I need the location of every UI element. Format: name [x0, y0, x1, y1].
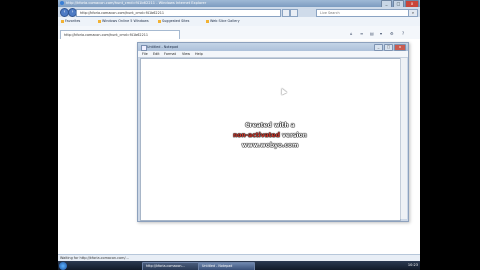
menu-help[interactable]: Help: [195, 52, 203, 56]
menu-edit[interactable]: Edit: [153, 52, 160, 56]
page-icon: [98, 19, 101, 23]
refresh-icon[interactable]: [282, 8, 290, 17]
menu-view[interactable]: View: [182, 52, 190, 56]
notepad-menu-bar: File Edit Format View Help: [138, 51, 408, 58]
page-icon: [206, 19, 209, 23]
notepad-scrollbar[interactable]: [400, 58, 407, 219]
notepad-maximize-button[interactable]: □: [384, 44, 393, 51]
notepad-title: Untitled - Notepad: [147, 44, 179, 49]
browser-tab[interactable]: http://kforia.comacon.com/hunt_cmd=f41b6…: [60, 30, 180, 39]
watermark-line-2-rest: version: [279, 132, 307, 139]
page-menu-icon[interactable]: ▾: [380, 31, 382, 36]
system-clock: 10:23: [407, 263, 418, 267]
menu-format[interactable]: Format: [164, 52, 176, 56]
watermark-line-1: Created with a: [245, 122, 295, 129]
help-icon[interactable]: ?: [402, 31, 404, 36]
ie-logo-icon: [60, 1, 64, 5]
feeds-icon[interactable]: ≡: [360, 31, 363, 36]
favorites-link[interactable]: Web Slice Gallery: [206, 19, 240, 23]
browser-title-bar: http://kforia.comacon.com/hunt_cmd=f41b6…: [58, 0, 420, 8]
star-icon: [61, 19, 64, 23]
search-input[interactable]: Live Search: [316, 8, 409, 17]
notepad-close-button[interactable]: x: [394, 44, 406, 51]
page-icon: [158, 19, 161, 23]
watermark-line-3: www.wobyo.com: [241, 142, 299, 149]
address-bar[interactable]: http://kforia.comacon.com/hunt_cmd=f41b6…: [76, 8, 281, 17]
tab-strip: http://kforia.comacon.com/hunt_cmd=f41b6…: [58, 26, 420, 40]
print-icon[interactable]: ▤: [370, 31, 374, 36]
stop-icon[interactable]: [290, 8, 298, 17]
home-icon[interactable]: ⌂: [350, 31, 353, 36]
status-text: Waiting for http://kforia.comacon.com/..…: [60, 256, 129, 260]
notepad-minimize-button[interactable]: _: [374, 44, 383, 51]
watermark-text: Created with a non-activated version www…: [210, 121, 330, 151]
browser-title: http://kforia.comacon.com/hunt_cmd=f41b6…: [66, 1, 207, 5]
favorites-button[interactable]: Favorites: [61, 19, 80, 23]
notepad-window: Untitled - Notepad _ □ x File Edit Forma…: [137, 42, 409, 222]
taskbar-ie-button[interactable]: http://kforia.comacon...: [142, 262, 199, 270]
browser-nav-bar: ‹ › http://kforia.comacon.com/hunt_cmd=f…: [58, 7, 420, 17]
start-button[interactable]: [59, 261, 67, 270]
favorites-link[interactable]: Windows Online 5 Windows: [98, 19, 149, 23]
menu-file[interactable]: File: [142, 52, 148, 56]
search-icon[interactable]: ⌕: [408, 8, 418, 17]
tools-icon[interactable]: ⚙: [390, 31, 394, 36]
taskbar: http://kforia.comacon... Untitled - Note…: [58, 261, 420, 270]
taskbar-notepad-button[interactable]: Untitled - Notepad: [198, 262, 255, 270]
desktop-screen: http://kforia.comacon.com/hunt_cmd=f41b6…: [58, 0, 420, 270]
watermark-red-text: non-activated: [233, 132, 280, 139]
favorites-link[interactable]: Suggested Sites: [158, 19, 189, 23]
notepad-title-bar[interactable]: Untitled - Notepad _ □ x: [138, 43, 408, 51]
watermark-line-2: non-activated version: [210, 131, 330, 141]
